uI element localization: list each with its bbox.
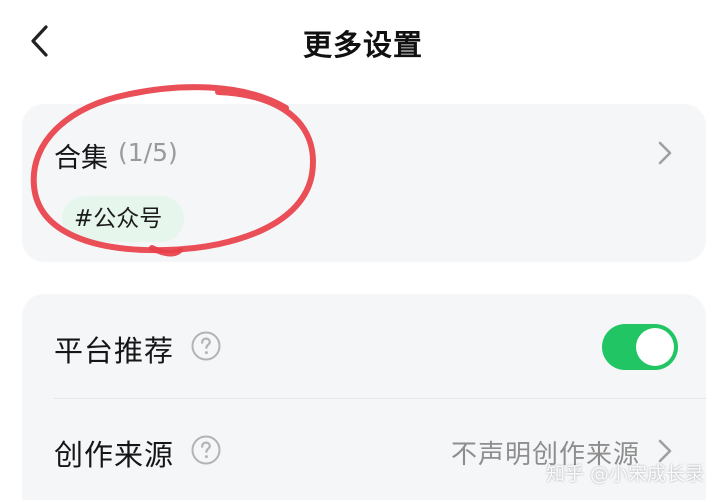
collection-card: 合集 (1/5) #公众号 <box>22 104 706 262</box>
creation-source-value: 不声明创作来源 <box>450 440 640 470</box>
chevron-right-icon <box>654 138 676 168</box>
platform-recommend-label: 平台推荐 <box>54 334 175 368</box>
toggle-knob <box>636 328 674 366</box>
page-title: 更多设置 <box>302 28 423 62</box>
top-bar: 更多设置 <box>0 0 726 86</box>
platform-recommend-row: 平台推荐 <box>22 296 706 398</box>
collection-count: (1/5) <box>118 138 178 167</box>
collection-row[interactable]: 合集 (1/5) <box>22 104 706 200</box>
settings-card: 平台推荐 创作来源 不声明创作来源 <box>22 294 706 500</box>
creation-source-row[interactable]: 创作来源 不声明创作来源 <box>22 400 706 502</box>
chevron-right-icon <box>654 436 676 466</box>
question-circle-icon[interactable] <box>190 434 222 466</box>
question-circle-icon[interactable] <box>190 330 222 362</box>
collection-tag-chip[interactable]: #公众号 <box>62 196 185 242</box>
creation-source-label: 创作来源 <box>54 438 175 472</box>
collection-label: 合集 <box>54 143 108 174</box>
platform-recommend-toggle[interactable] <box>602 324 678 370</box>
row-divider <box>54 398 706 399</box>
